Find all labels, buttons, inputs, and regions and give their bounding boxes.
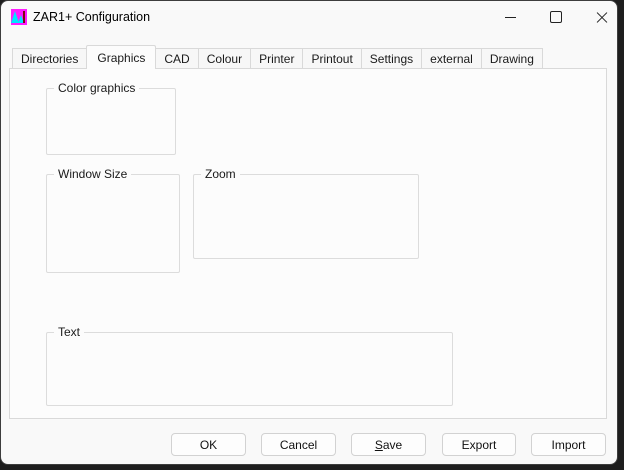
tab-label: Directories <box>21 52 78 66</box>
app-icon <box>11 9 27 25</box>
tab-directories[interactable]: Directories <box>12 48 87 68</box>
cancel-button-label: Cancel <box>280 438 317 452</box>
ok-button-label: OK <box>200 438 217 452</box>
window-title: ZAR1+ Configuration <box>33 10 150 24</box>
tab-bar: Directories Graphics CAD Colour Printer … <box>13 46 543 69</box>
tab-graphics[interactable]: Graphics <box>86 45 156 69</box>
tab-drawing[interactable]: Drawing <box>481 48 543 68</box>
maximize-icon <box>550 11 562 23</box>
tab-label: Printer <box>259 52 294 66</box>
minimize-icon <box>505 17 516 18</box>
tab-colour[interactable]: Colour <box>198 48 251 68</box>
tab-external[interactable]: external <box>421 48 482 68</box>
tab-label: Settings <box>370 52 413 66</box>
window-size-group: Window Size <box>46 174 180 273</box>
text-group: Text <box>46 332 453 406</box>
zoom-group: Zoom <box>193 174 419 259</box>
ok-button[interactable]: OK <box>171 433 246 456</box>
export-button[interactable]: Export <box>442 433 516 456</box>
export-button-label: Export <box>462 438 497 452</box>
close-icon <box>596 11 608 23</box>
color-graphics-legend: Color graphics <box>54 81 139 95</box>
tab-label: Printout <box>311 52 352 66</box>
cancel-button[interactable]: Cancel <box>261 433 336 456</box>
tab-label: external <box>430 52 473 66</box>
minimize-button[interactable] <box>494 3 526 31</box>
tab-label: Graphics <box>97 51 145 65</box>
zoom-legend: Zoom <box>201 167 240 181</box>
tab-printer[interactable]: Printer <box>250 48 303 68</box>
maximize-button[interactable] <box>540 3 572 31</box>
window-size-legend: Window Size <box>54 167 131 181</box>
title-bar: ZAR1+ Configuration <box>1 1 617 33</box>
color-graphics-group: Color graphics <box>46 88 176 155</box>
close-button[interactable] <box>586 3 618 31</box>
tab-label: Colour <box>207 52 242 66</box>
import-button-label: Import <box>551 438 585 452</box>
text-legend: Text <box>54 325 84 339</box>
tab-label: CAD <box>164 52 189 66</box>
save-button-label: Save <box>375 438 402 452</box>
tab-label: Drawing <box>490 52 534 66</box>
tab-printout[interactable]: Printout <box>302 48 361 68</box>
tab-settings[interactable]: Settings <box>361 48 422 68</box>
configuration-dialog: ZAR1+ Configuration Directories Graphics… <box>0 0 618 465</box>
import-button[interactable]: Import <box>531 433 606 456</box>
save-button[interactable]: Save <box>351 433 426 456</box>
tab-cad[interactable]: CAD <box>155 48 198 68</box>
